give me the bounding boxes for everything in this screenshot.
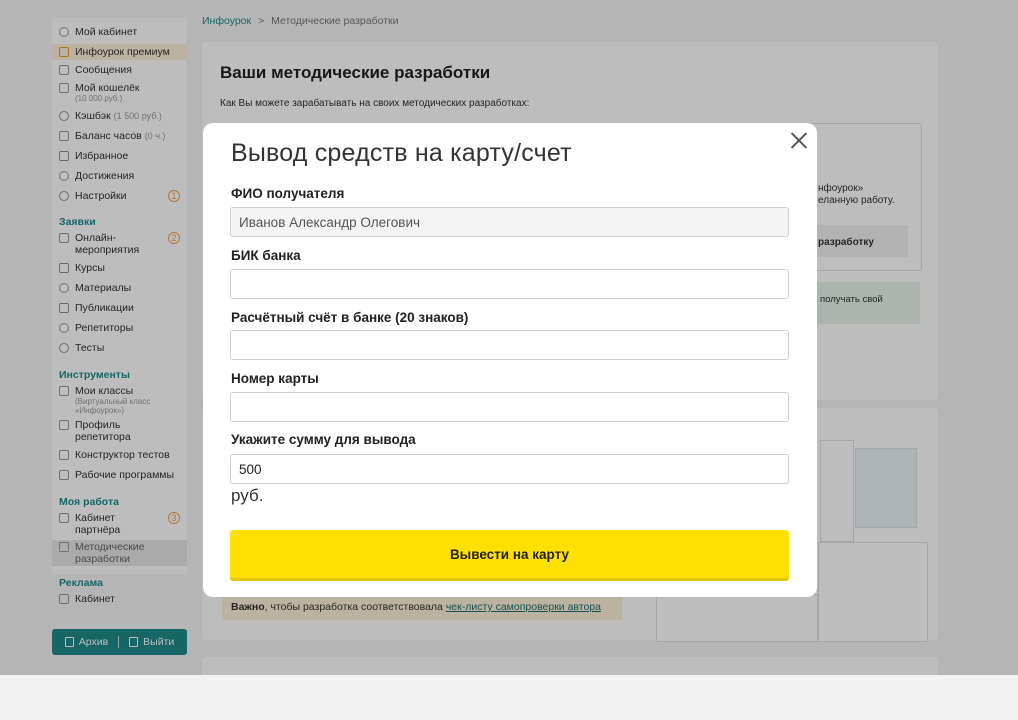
fio-input[interactable]	[230, 207, 789, 237]
amount-label: Укажите сумму для вывода	[231, 432, 416, 447]
modal-title: Вывод средств на карту/счет	[231, 139, 572, 167]
close-icon[interactable]	[790, 131, 808, 149]
page-footer-area	[0, 675, 1018, 720]
withdraw-button[interactable]: Вывести на карту	[230, 530, 789, 578]
bik-input[interactable]	[230, 269, 789, 299]
page: Инфоурок > Методические разработки Мой к…	[0, 0, 1018, 720]
currency-label: руб.	[231, 486, 264, 505]
card-number-label: Номер карты	[231, 371, 319, 386]
card-number-input[interactable]	[230, 392, 789, 422]
bik-label: БИК банка	[231, 248, 301, 263]
account-label: Расчётный счёт в банке (20 знаков)	[231, 310, 469, 325]
account-input[interactable]	[230, 330, 789, 360]
withdraw-modal: Вывод средств на карту/счет ФИО получате…	[203, 123, 817, 597]
fio-label: ФИО получателя	[231, 186, 345, 201]
amount-input[interactable]	[230, 454, 789, 484]
